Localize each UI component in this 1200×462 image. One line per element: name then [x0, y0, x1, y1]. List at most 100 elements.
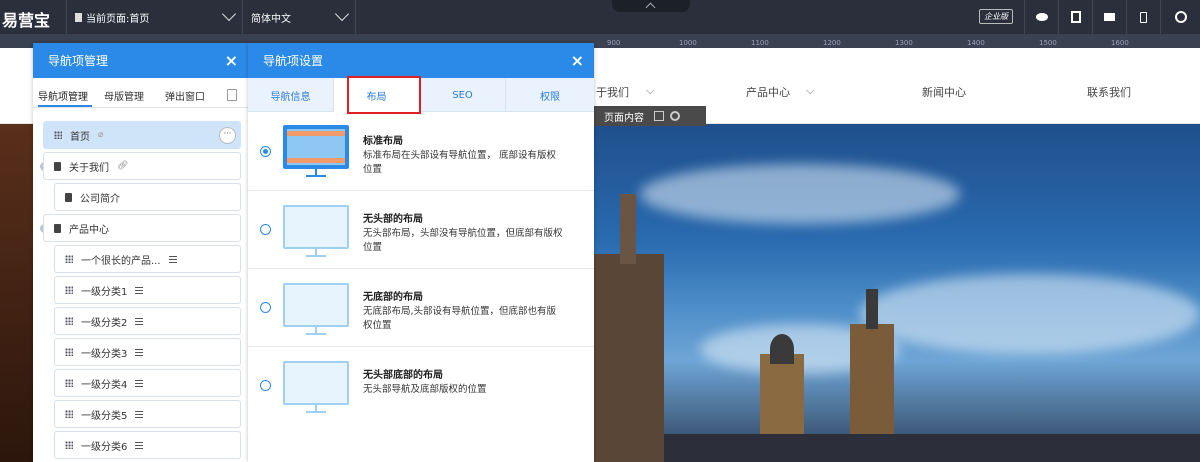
tree-item-cat4[interactable]: 一级分类4 — [54, 369, 241, 397]
tree-item-company[interactable]: 公司简介 — [54, 183, 241, 211]
site-nav-news[interactable]: 新闻中心 — [922, 84, 966, 100]
tab-master[interactable]: 母版管理 — [104, 88, 144, 103]
tab-nav-info[interactable]: 导航信息 — [248, 78, 334, 112]
radio-button[interactable] — [260, 146, 271, 157]
mobile-view-button[interactable] — [1126, 0, 1160, 34]
monitor-stand — [306, 327, 326, 335]
tree-item-cat1[interactable]: 一级分类1 — [54, 276, 241, 304]
layout-button[interactable] — [1058, 0, 1092, 34]
panel-header: 导航项设置 × — [248, 43, 594, 78]
tree-item-cat6[interactable]: 一级分类6 — [54, 431, 241, 459]
cloud — [640, 164, 960, 224]
language-select[interactable]: 简体中文 — [242, 0, 356, 34]
page-select[interactable]: 当前页面:首页 — [66, 0, 242, 34]
chevron-down-icon: ⌵ — [806, 84, 815, 97]
radio-button[interactable] — [260, 302, 271, 313]
ruler-tick: 1600 — [1111, 39, 1129, 47]
desktop-view-button[interactable] — [1092, 0, 1126, 34]
edit-icon[interactable] — [654, 111, 664, 121]
option-title: 无底部的布局 — [363, 292, 423, 303]
ruler-tick: 1500 — [1039, 39, 1057, 47]
tab-nav-items[interactable]: 导航项管理 — [38, 88, 88, 103]
ruler-tick: 1100 — [751, 39, 769, 47]
tree-item-label: 关于我们 — [69, 162, 109, 174]
tab-permissions[interactable]: 权限 — [506, 78, 594, 112]
list-icon — [168, 255, 177, 263]
layout-option-standard[interactable]: 标准布局 标准布局在头部设有导航位置， 底部设有版权位置 — [248, 113, 594, 191]
gear-icon[interactable] — [670, 111, 680, 121]
layout-option-no-header[interactable]: 无头部的布局 无头部布局，头部没有导航位置，但底部有版权位置 — [248, 191, 594, 269]
site-nav-about[interactable]: 于我们 — [596, 84, 629, 100]
tab-seo[interactable]: SEO — [420, 78, 506, 112]
tree-item-label: 一级分类2 — [81, 317, 128, 329]
cloud — [860, 274, 1200, 354]
list-icon — [135, 286, 144, 294]
settings-tabs: 导航信息 布局 SEO 权限 — [248, 78, 594, 112]
dome — [770, 334, 794, 364]
monitor-screen — [287, 209, 345, 245]
list-icon — [135, 379, 144, 387]
tab-popup[interactable]: 弹出窗口 — [165, 88, 205, 103]
page-content-bar[interactable]: 页面内容 — [594, 106, 706, 126]
tree-item-about[interactable]: 关于我们 🔗︎ — [43, 152, 241, 180]
page-select-label: 当前页面:首页 — [86, 13, 150, 25]
tree-item-label: 一级分类4 — [81, 379, 128, 391]
drag-handle-icon[interactable] — [65, 286, 73, 294]
language-select-label: 简体中文 — [251, 13, 291, 25]
site-nav-contact[interactable]: 联系我们 — [1087, 84, 1131, 100]
option-description: 无头部布局，头部没有导航位置，但底部有版权位置 — [363, 228, 563, 253]
monitor-stand — [306, 169, 326, 177]
ruler-tick: 900 — [607, 39, 621, 47]
tree-item-label: 一级分类6 — [81, 441, 128, 453]
drag-handle-icon[interactable] — [65, 441, 73, 449]
drag-handle-icon[interactable] — [65, 317, 73, 325]
drag-handle-icon[interactable] — [65, 410, 73, 418]
close-icon[interactable]: × — [571, 51, 584, 70]
building — [594, 254, 664, 462]
support-button[interactable] — [1160, 0, 1200, 34]
desktop-icon — [1104, 13, 1115, 21]
list-icon — [135, 317, 144, 325]
site-nav-products[interactable]: 产品中心 — [746, 84, 790, 100]
collapse-toolbar-button[interactable] — [612, 0, 690, 12]
tree-item-home[interactable]: 首页 ⌀ ··· — [43, 121, 241, 149]
tree-item-cat3[interactable]: 一级分类3 — [54, 338, 241, 366]
layout-preview — [283, 125, 349, 169]
monitor-stand — [306, 249, 326, 257]
layout-preview — [283, 361, 349, 405]
ruler-tick: 1400 — [967, 39, 985, 47]
option-title: 无头部底部的布局 — [363, 370, 443, 381]
page-icon — [75, 12, 82, 22]
layout-preview — [283, 283, 349, 327]
panel-title: 导航项管理 — [48, 54, 109, 68]
monitor-stand — [306, 405, 326, 413]
drag-handle-icon[interactable] — [54, 131, 62, 139]
link-icon: 🔗︎ — [117, 161, 129, 171]
drag-handle-icon[interactable] — [65, 379, 73, 387]
tree-item-cat5[interactable]: 一级分类5 — [54, 400, 241, 428]
layout-option-no-footer[interactable]: 无底部的布局 无底部布局,头部设有导航位置，但底部也有版权位置 — [248, 269, 594, 347]
mobile-icon — [1140, 11, 1147, 23]
tree-item-products[interactable]: 产品中心 — [43, 214, 241, 242]
page-icon — [54, 223, 61, 233]
eye-icon — [1035, 13, 1048, 21]
tree-item-long-product[interactable]: 一个很长的产品... — [54, 245, 241, 273]
drag-handle-icon[interactable] — [65, 255, 73, 263]
preview-button[interactable] — [1024, 0, 1058, 34]
drag-handle-icon[interactable] — [65, 348, 73, 356]
more-button[interactable]: ··· — [219, 127, 236, 144]
layout-option-no-header-footer[interactable]: 无头部底部的布局 无头部导航及底部版权的位置 — [248, 347, 594, 425]
layout-preview — [283, 205, 349, 249]
ruler-tick: 1000 — [679, 39, 697, 47]
tree-item-cat2[interactable]: 一级分类2 — [54, 307, 241, 335]
list-icon — [135, 410, 144, 418]
close-icon[interactable]: × — [225, 51, 238, 70]
trash-icon[interactable] — [227, 89, 237, 101]
radio-button[interactable] — [260, 224, 271, 235]
nav-management-panel: 导航项管理 × 导航项管理 母版管理 弹出窗口 首页 ⌀ ··· 关于我们 🔗︎… — [33, 43, 248, 462]
skyline — [664, 434, 1200, 462]
tree-item-label: 一级分类3 — [81, 348, 128, 360]
tree-item-label: 一级分类5 — [81, 410, 128, 422]
headset-icon — [1174, 11, 1187, 23]
radio-button[interactable] — [260, 380, 271, 391]
